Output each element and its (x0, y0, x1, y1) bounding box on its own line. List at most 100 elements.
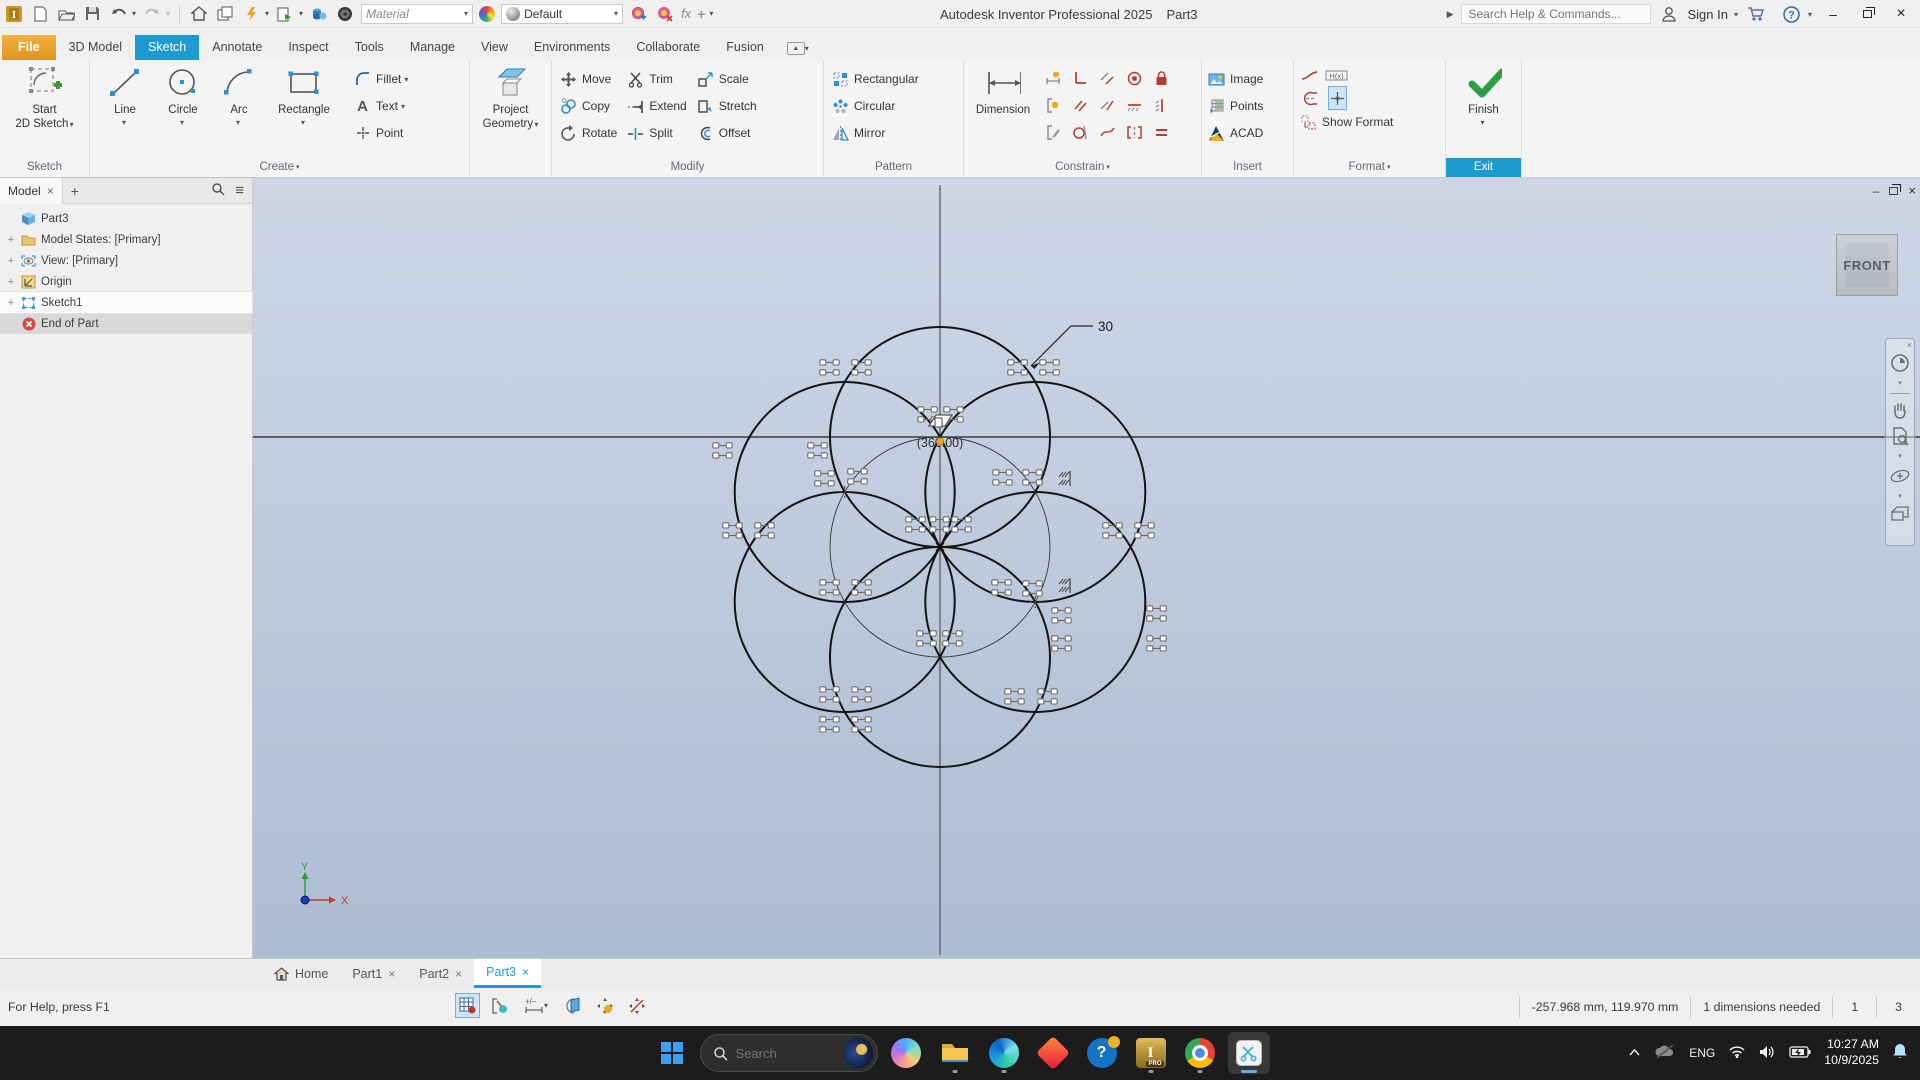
tree-item-end-of-part[interactable]: End of Part (0, 313, 252, 334)
autodesk-app-icon[interactable] (1032, 1032, 1074, 1074)
expand-icon[interactable]: + (6, 255, 16, 267)
doc-tab-home[interactable]: Home (262, 959, 340, 988)
stretch-button[interactable]: Stretch (697, 94, 757, 118)
wifi-icon[interactable] (1728, 1045, 1746, 1061)
coincident-constraint-button[interactable] (1099, 97, 1116, 114)
tab-fusion[interactable]: Fusion (713, 35, 777, 60)
restore-button[interactable] (1854, 2, 1880, 26)
doc-tab-part2[interactable]: Part2 × (407, 959, 474, 988)
tab-file[interactable]: File (2, 35, 56, 60)
show-format-button[interactable]: Show Format (1300, 112, 1393, 132)
tree-item-origin[interactable]: + Origin (0, 271, 252, 292)
sketch-geometry[interactable]: (360.00) 30 (253, 178, 1920, 958)
update-button[interactable] (275, 4, 295, 24)
finish-sketch-button[interactable]: Finish ▾ (1453, 63, 1515, 158)
horizontal-constraint-button[interactable] (1126, 97, 1143, 114)
navbar-dropdown-icon[interactable]: ▾ (1898, 492, 1902, 500)
orbit-icon[interactable] (1889, 466, 1911, 486)
show-constraints-toggle[interactable] (487, 993, 512, 1018)
ifeature-button[interactable] (241, 4, 261, 24)
tray-chevron-icon[interactable] (1628, 1046, 1641, 1060)
appearance-wheel-icon[interactable] (335, 4, 355, 24)
tab-3d-model[interactable]: 3D Model (56, 35, 136, 60)
angle-dimension[interactable]: (360.00) (917, 436, 964, 450)
qat-add-button[interactable]: + (697, 6, 705, 22)
redo-dropdown[interactable]: ▾ (166, 9, 170, 18)
help-icon[interactable]: ? (1782, 4, 1802, 24)
sketch-axes[interactable] (253, 185, 1920, 955)
tree-item-model-states[interactable]: + Model States: [Primary] (0, 229, 252, 250)
arc-button[interactable]: Arc ▾ (216, 63, 262, 158)
line-button[interactable]: Line ▾ (100, 63, 150, 158)
tab-tools[interactable]: Tools (342, 35, 397, 60)
expand-icon[interactable]: + (6, 276, 16, 288)
copilot-icon[interactable] (885, 1032, 927, 1074)
parameters-fx-button[interactable]: fx (681, 6, 691, 21)
split-button[interactable]: Split (627, 121, 686, 145)
sign-in-dropdown[interactable]: ▾ (1734, 10, 1738, 19)
mirror-button[interactable]: Mirror (832, 121, 919, 145)
centerpoint-format-button[interactable] (1328, 86, 1347, 110)
dimension-display-toggle[interactable]: +/– ▾ (519, 993, 553, 1018)
driven-dimension-button[interactable]: H(x) (1325, 67, 1349, 84)
move-button[interactable]: Move (560, 67, 617, 91)
zoom-icon[interactable] (1890, 426, 1910, 446)
rectangle-button[interactable]: Rectangle ▾ (268, 63, 340, 158)
extend-button[interactable]: Extend (627, 94, 687, 118)
tab-view[interactable]: View (468, 35, 521, 60)
tab-close-icon[interactable]: × (388, 967, 395, 981)
dof-toggle[interactable] (592, 993, 617, 1018)
browser-search-icon[interactable] (211, 182, 225, 199)
save-button[interactable] (82, 4, 102, 24)
insert-acad-button[interactable]: ACAD (1208, 121, 1263, 145)
appearance-combobox[interactable]: Default ▾ (501, 3, 624, 24)
doc-restore-icon[interactable] (1889, 183, 1902, 195)
home-button[interactable] (189, 4, 209, 24)
project-geometry-button[interactable]: Project Geometry ▾ (475, 63, 547, 158)
browser-menu-icon[interactable]: ≡ (235, 182, 244, 199)
browser-tab-close-icon[interactable]: × (47, 184, 54, 198)
equal-constraint-button[interactable] (1153, 124, 1170, 141)
circle-tangent-button[interactable] (1072, 124, 1089, 141)
circular-pattern-button[interactable]: Circular (832, 94, 919, 118)
open-file-button[interactable] (56, 4, 76, 24)
navbar-close-icon[interactable]: × (1907, 340, 1912, 350)
tab-annotate[interactable]: Annotate (199, 35, 275, 60)
doc-tab-part3[interactable]: Part3 × (474, 959, 542, 988)
help-dropdown[interactable]: ▾ (1808, 10, 1812, 19)
browser-add-tab-button[interactable]: + (63, 183, 87, 199)
graphics-canvas[interactable]: (360.00) 30 – × FRONT × ▾ (253, 178, 1920, 958)
text-button[interactable]: A Text ▾ (354, 94, 408, 118)
start-2d-sketch-button[interactable]: Start 2D Sketch ▾ (14, 63, 76, 158)
ribbon-display-toggle[interactable]: ▲ ▾ (786, 42, 809, 55)
search-highlight-image[interactable] (842, 1038, 873, 1068)
undo-button[interactable] (108, 4, 128, 24)
copy-button[interactable]: O Copy (560, 94, 617, 118)
panel-label-format[interactable]: Format ▾ (1294, 158, 1445, 177)
parallel-constraint-button[interactable] (1072, 97, 1089, 114)
navigation-wheel-icon[interactable] (1890, 353, 1910, 373)
vertical-constraint-button[interactable] (1153, 97, 1170, 114)
navbar-dropdown-icon[interactable]: ▾ (1898, 379, 1902, 387)
material-combobox[interactable]: Material ▾ (361, 3, 474, 24)
constraint-settings-button[interactable] (1045, 124, 1062, 141)
clear-appearance-icon[interactable] (655, 4, 675, 24)
trim-button[interactable]: Trim (627, 67, 686, 91)
tab-sketch[interactable]: Sketch (135, 35, 200, 60)
help-search-input[interactable] (1461, 4, 1652, 24)
relax-mode-toggle[interactable] (624, 993, 649, 1018)
auto-dimension-button[interactable] (1045, 70, 1062, 87)
pan-icon[interactable] (1890, 400, 1910, 420)
viewcube[interactable]: FRONT (1836, 234, 1898, 296)
rotate-button[interactable]: Rotate (560, 121, 617, 145)
tree-item-part3[interactable]: Part3 (0, 208, 252, 229)
adjust-material-icon[interactable] (629, 4, 649, 24)
inventor-taskbar-icon[interactable]: I PRO (1130, 1032, 1172, 1074)
start-button[interactable] (651, 1032, 693, 1074)
symmetric-constraint-button[interactable] (1126, 124, 1143, 141)
insert-points-button[interactable]: Points (1208, 94, 1263, 118)
undo-dropdown[interactable]: ▾ (132, 9, 136, 18)
doc-tab-part1[interactable]: Part1 × (340, 959, 407, 988)
dimension-button[interactable]: Dimension (968, 63, 1038, 158)
expand-icon[interactable]: + (6, 297, 16, 309)
